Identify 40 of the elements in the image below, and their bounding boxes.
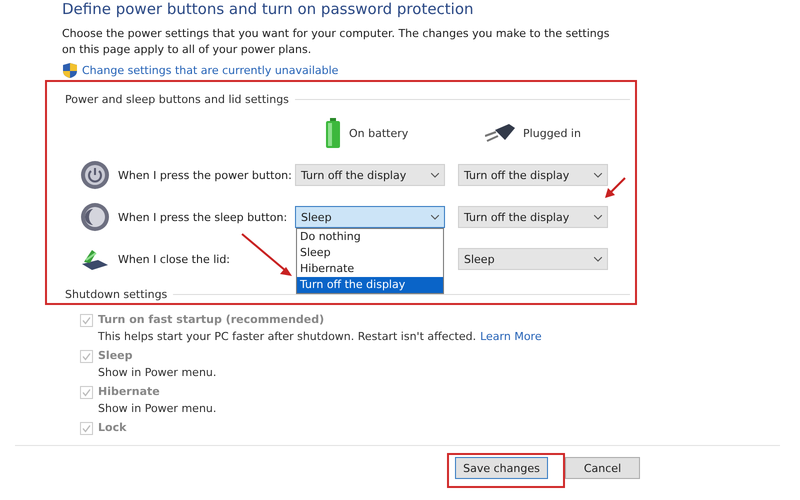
dialog-button[interactable]: Save changes xyxy=(455,457,548,479)
option-description: Show in Power menu. xyxy=(98,402,216,415)
action-dropdown[interactable]: Turn off the display xyxy=(458,164,608,186)
dropdown-option[interactable]: Do nothing xyxy=(297,229,443,245)
dropdown-option[interactable]: Sleep xyxy=(297,245,443,261)
change-settings-link[interactable]: Change settings that are currently unavailable xyxy=(82,64,338,77)
option-description: Show in Power menu. xyxy=(98,366,216,379)
caret-icon xyxy=(594,172,602,178)
setting-label: When I press the power button: xyxy=(118,168,293,182)
column-heading: On battery xyxy=(349,126,408,140)
dialog-button[interactable]: Cancel xyxy=(565,457,640,479)
caret-icon xyxy=(594,214,602,220)
option-label: Sleep xyxy=(98,349,134,362)
option-label: Hibernate xyxy=(98,385,161,398)
setting-label: When I press the sleep button: xyxy=(118,210,288,224)
power-icon xyxy=(80,160,110,190)
arrow-drawing xyxy=(240,232,294,278)
shield-icon xyxy=(63,63,77,78)
action-dropdown[interactable]: Sleep xyxy=(295,206,445,228)
action-dropdown[interactable]: Turn off the display xyxy=(458,206,608,228)
group-heading: Shutdown settings xyxy=(65,288,168,301)
arrow-drawing xyxy=(603,176,627,200)
column-heading: Plugged in xyxy=(523,126,581,140)
page-description: Choose the power settings that you want for your computer. The changes you make to the settings on this page apply to all of your power plans. xyxy=(62,26,610,58)
caret-icon xyxy=(431,214,439,220)
battery-icon xyxy=(325,118,341,148)
action-dropdown[interactable]: Turn off the display xyxy=(295,164,445,186)
page-title: Define power buttons and turn on password protection xyxy=(62,0,475,18)
group-heading: Power and sleep buttons and lid settings xyxy=(65,93,289,106)
dropdown-option[interactable]: Hibernate xyxy=(297,261,443,277)
option-label: Turn on fast startup (recommended) xyxy=(98,313,326,326)
setting-label: When I close the lid: xyxy=(118,252,232,266)
moon-icon xyxy=(80,202,110,232)
action-dropdown[interactable]: Sleep xyxy=(458,248,608,270)
option-description: This helps start your PC faster after shutdown. Restart isn't affected. xyxy=(98,330,476,343)
caret-icon xyxy=(431,172,439,178)
dropdown-option[interactable]: Turn off the display xyxy=(297,277,443,293)
caret-icon xyxy=(594,256,602,262)
option-label: Lock xyxy=(98,421,126,434)
plug-icon xyxy=(485,124,516,142)
